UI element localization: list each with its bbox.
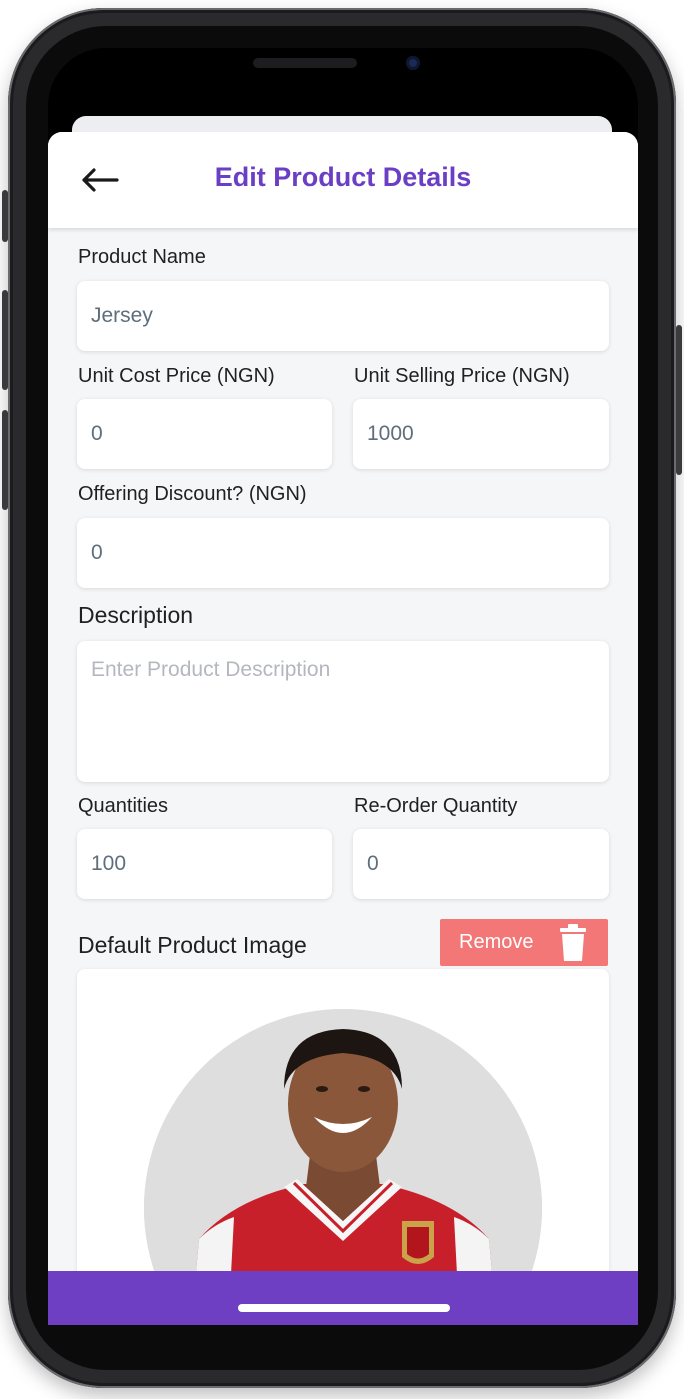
- product-name-field[interactable]: Jersey: [77, 281, 609, 351]
- remove-button-label: Remove: [459, 931, 534, 953]
- home-indicator[interactable]: [238, 1304, 450, 1312]
- quantities-value: 100: [91, 852, 127, 875]
- remove-image-button[interactable]: Remove: [440, 919, 608, 966]
- bottom-bar: [48, 1271, 638, 1325]
- side-button-volume-down: [2, 410, 8, 510]
- offering-discount-field[interactable]: 0: [77, 518, 609, 588]
- unit-cost-price-label: Unit Cost Price (NGN): [78, 365, 275, 387]
- unit-cost-price-value: 0: [91, 422, 103, 445]
- offering-discount-label: Offering Discount? (NGN): [78, 483, 307, 505]
- offering-discount-value: 0: [91, 541, 103, 564]
- unit-cost-price-field[interactable]: 0: [77, 399, 332, 469]
- header: Edit Product Details: [48, 132, 638, 228]
- default-product-image-label: Default Product Image: [78, 932, 307, 958]
- reorder-quantity-field[interactable]: 0: [353, 829, 609, 899]
- side-button-power: [676, 325, 682, 475]
- reorder-quantity-value: 0: [367, 852, 379, 875]
- product-name-value: Jersey: [91, 304, 153, 327]
- unit-selling-price-field[interactable]: 1000: [353, 399, 609, 469]
- page-title: Edit Product Details: [214, 162, 472, 192]
- description-textarea[interactable]: Enter Product Description: [77, 641, 609, 782]
- trash-icon: [560, 924, 586, 961]
- unit-selling-price-value: 1000: [367, 422, 414, 445]
- front-camera: [406, 56, 420, 70]
- unit-selling-price-label: Unit Selling Price (NGN): [354, 365, 570, 387]
- edit-product-sheet: Edit Product Details Product Name Jersey…: [48, 132, 638, 1325]
- speaker-grille: [253, 58, 357, 68]
- side-button-volume-up: [2, 290, 8, 390]
- quantities-field[interactable]: 100: [77, 829, 332, 899]
- reorder-quantity-label: Re-Order Quantity: [354, 795, 518, 817]
- product-name-label: Product Name: [78, 246, 206, 268]
- description-placeholder: Enter Product Description: [91, 658, 331, 681]
- side-button-mute: [2, 190, 8, 242]
- description-label: Description: [78, 602, 194, 628]
- quantities-label: Quantities: [78, 795, 169, 817]
- notch: [175, 48, 511, 96]
